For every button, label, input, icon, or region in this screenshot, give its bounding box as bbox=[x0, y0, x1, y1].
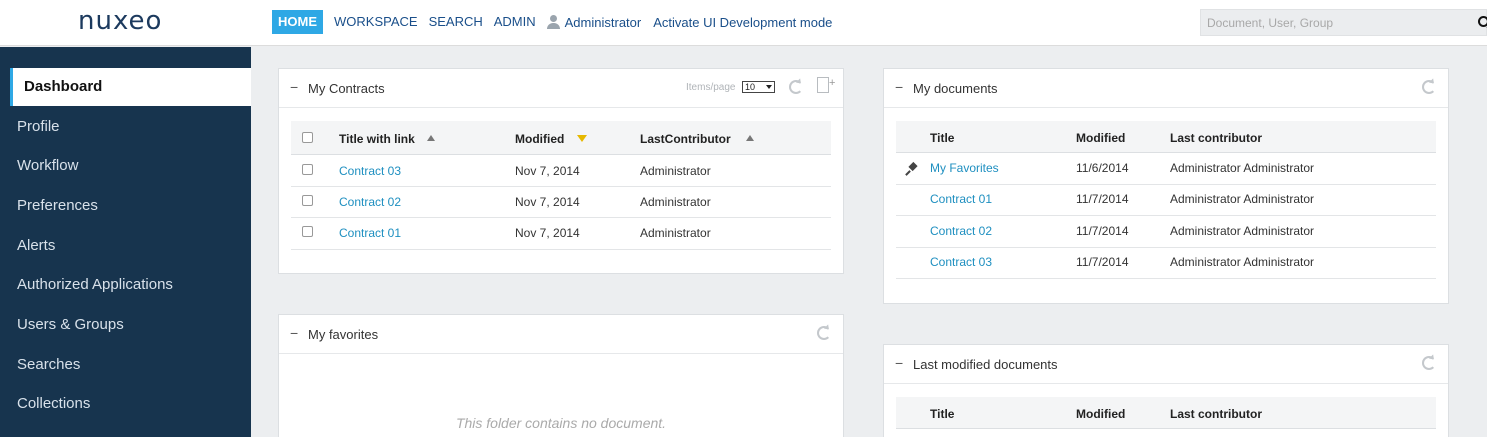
row-modified: 11/7/2014 bbox=[1076, 192, 1129, 206]
row-modified: Nov 7, 2014 bbox=[515, 226, 580, 240]
select-all-checkbox[interactable] bbox=[302, 132, 313, 143]
user-icon bbox=[546, 15, 560, 29]
row-contributor: Administrator Administrator bbox=[1170, 192, 1315, 206]
my-favorites-panel: − My favorites This folder contains no d… bbox=[278, 314, 844, 437]
sort-desc-icon[interactable] bbox=[577, 135, 587, 142]
panel-header: − My favorites bbox=[279, 315, 843, 354]
row-title-link[interactable]: My Favorites bbox=[930, 161, 999, 175]
table-row[interactable]: Contract 01 Nov 7, 2014 Administrator bbox=[291, 218, 831, 250]
sort-asc-icon[interactable] bbox=[746, 135, 754, 141]
pin-icon bbox=[906, 163, 918, 175]
nav-search[interactable]: SEARCH bbox=[429, 10, 483, 34]
table-header: Title Modified Last contributor bbox=[896, 121, 1436, 153]
user-name: Administrator bbox=[564, 14, 642, 30]
column-title[interactable]: Title bbox=[930, 407, 954, 421]
dev-mode-link[interactable]: Activate UI Development mode bbox=[653, 15, 832, 30]
panel-header: − My Contracts Items/page 10 bbox=[279, 69, 843, 108]
panel-title: My Contracts bbox=[308, 81, 385, 96]
row-title-link[interactable]: Contract 02 bbox=[339, 195, 401, 209]
panel-header: − My documents bbox=[884, 69, 1448, 108]
row-modified: 11/7/2014 bbox=[1076, 255, 1129, 269]
column-last-contributor[interactable]: LastContributor bbox=[640, 132, 731, 146]
sidebar-item-searches[interactable]: Searches bbox=[0, 346, 251, 384]
table-row[interactable]: Contract 02 11/7/2014 Administrator Admi… bbox=[896, 216, 1436, 248]
row-title-link[interactable]: Contract 03 bbox=[930, 255, 992, 269]
collapse-icon[interactable]: − bbox=[290, 79, 298, 95]
row-checkbox[interactable] bbox=[302, 164, 313, 175]
row-checkbox[interactable] bbox=[302, 195, 313, 206]
nav-home[interactable]: HOME bbox=[272, 10, 323, 34]
column-title[interactable]: Title with link bbox=[339, 132, 415, 146]
sidebar-item-collections[interactable]: Collections bbox=[0, 385, 251, 423]
my-documents-panel: − My documents Title Modified Last contr… bbox=[883, 68, 1449, 304]
table-row[interactable]: Contract 03 11/7/2014 Administrator Admi… bbox=[896, 248, 1436, 279]
row-contributor: Administrator bbox=[640, 195, 711, 209]
row-title-link[interactable]: Contract 02 bbox=[930, 224, 992, 238]
table-row[interactable]: My Favorites 11/6/2014 Administrator Adm… bbox=[896, 153, 1436, 185]
sidebar-item-users-groups[interactable]: Users & Groups bbox=[0, 306, 251, 344]
sidebar-item-authorized-applications[interactable]: Authorized Applications bbox=[0, 266, 251, 304]
nav-workspace[interactable]: WORKSPACE bbox=[334, 10, 418, 34]
sidebar-item-dashboard[interactable]: Dashboard bbox=[10, 68, 251, 106]
table-header: Title with link Modified LastContributor bbox=[291, 121, 831, 155]
column-last-contributor[interactable]: Last contributor bbox=[1170, 407, 1262, 421]
main-nav: HOME WORKSPACE SEARCH ADMIN Administrato… bbox=[272, 10, 832, 34]
row-contributor: Administrator Administrator bbox=[1170, 224, 1315, 238]
collapse-icon[interactable]: − bbox=[895, 355, 903, 371]
row-title-link[interactable]: Contract 01 bbox=[930, 192, 992, 206]
refresh-icon[interactable] bbox=[789, 80, 803, 94]
table-row[interactable]: Contract 03 Nov 7, 2014 Administrator bbox=[291, 155, 831, 187]
column-modified[interactable]: Modified bbox=[1076, 407, 1125, 421]
nav-admin[interactable]: ADMIN bbox=[494, 10, 536, 34]
panel-title: My favorites bbox=[308, 327, 379, 342]
sidebar-item-alerts[interactable]: Alerts bbox=[0, 227, 251, 265]
table-header: Title Modified Last contributor bbox=[896, 397, 1436, 429]
global-search bbox=[1200, 9, 1487, 36]
items-per-page-label: Items/page bbox=[686, 82, 736, 93]
column-modified[interactable]: Modified bbox=[515, 132, 564, 146]
refresh-icon[interactable] bbox=[1422, 80, 1436, 94]
row-contributor: Administrator Administrator bbox=[1170, 161, 1315, 175]
table-row[interactable]: Contract 02 Nov 7, 2014 Administrator bbox=[291, 187, 831, 218]
row-modified: 11/6/2014 bbox=[1076, 161, 1129, 175]
row-title-link[interactable]: Contract 01 bbox=[339, 226, 401, 240]
row-contributor: Administrator Administrator bbox=[1170, 255, 1315, 269]
sidebar-item-preferences[interactable]: Preferences bbox=[0, 187, 251, 225]
row-checkbox[interactable] bbox=[302, 226, 313, 237]
sidebar: Dashboard Profile Workflow Preferences A… bbox=[0, 47, 251, 437]
search-icon[interactable] bbox=[1478, 16, 1487, 27]
row-modified: 11/7/2014 bbox=[1076, 224, 1129, 238]
row-contributor: Administrator bbox=[640, 164, 711, 178]
row-contributor: Administrator bbox=[640, 226, 711, 240]
my-contracts-panel: − My Contracts Items/page 10 Title with … bbox=[278, 68, 844, 274]
refresh-icon[interactable] bbox=[817, 326, 831, 340]
column-modified[interactable]: Modified bbox=[1076, 131, 1125, 145]
row-title-link[interactable]: Contract 03 bbox=[339, 164, 401, 178]
panel-title: My documents bbox=[913, 81, 998, 96]
column-title[interactable]: Title bbox=[930, 131, 954, 145]
top-header: nuxeo HOME WORKSPACE SEARCH ADMIN Admini… bbox=[0, 0, 1487, 46]
sort-asc-icon[interactable] bbox=[427, 135, 435, 141]
refresh-icon[interactable] bbox=[1422, 356, 1436, 370]
sidebar-item-workflow[interactable]: Workflow bbox=[0, 147, 251, 185]
items-per-page-select[interactable]: 10 bbox=[742, 81, 775, 93]
collapse-icon[interactable]: − bbox=[290, 325, 298, 341]
user-menu[interactable]: Administrator bbox=[546, 14, 642, 30]
add-column-icon[interactable] bbox=[817, 77, 835, 93]
panel-header: − Last modified documents bbox=[884, 345, 1448, 384]
empty-message: This folder contains no document. bbox=[455, 415, 667, 431]
search-input[interactable] bbox=[1201, 10, 1461, 35]
row-modified: Nov 7, 2014 bbox=[515, 195, 580, 209]
collapse-icon[interactable]: − bbox=[895, 79, 903, 95]
nuxeo-logo[interactable]: nuxeo bbox=[78, 6, 162, 36]
panel-title: Last modified documents bbox=[913, 357, 1058, 372]
column-last-contributor[interactable]: Last contributor bbox=[1170, 131, 1262, 145]
row-modified: Nov 7, 2014 bbox=[515, 164, 580, 178]
table-row[interactable]: Contract 01 11/7/2014 Administrator Admi… bbox=[896, 185, 1436, 216]
last-modified-panel: − Last modified documents Title Modified… bbox=[883, 344, 1449, 437]
sidebar-item-profile[interactable]: Profile bbox=[0, 108, 251, 146]
